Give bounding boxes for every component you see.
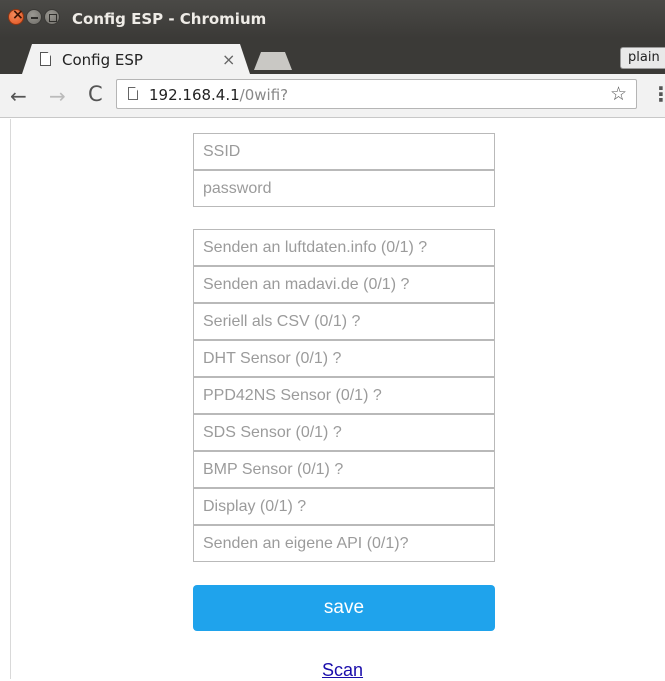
window-title: Config ESP - Chromium bbox=[72, 10, 267, 28]
forward-arrow-icon: → bbox=[49, 84, 66, 108]
bmp-input[interactable] bbox=[194, 452, 494, 487]
url-text[interactable]: 192.168.4.1/0wifi? bbox=[149, 86, 288, 104]
option-field-display[interactable] bbox=[193, 488, 495, 525]
ppd42ns-input[interactable] bbox=[194, 378, 494, 413]
tab-strip: Config ESP × plain bbox=[0, 38, 665, 74]
url-path: /0wifi? bbox=[239, 86, 289, 104]
ssid-input[interactable] bbox=[194, 134, 494, 169]
ssid-field[interactable] bbox=[193, 133, 495, 170]
address-bar[interactable]: 192.168.4.1/0wifi? ☆ bbox=[116, 79, 637, 109]
page-content: save Scan bbox=[0, 119, 665, 681]
option-field-bmp[interactable] bbox=[193, 451, 495, 488]
sds-input[interactable] bbox=[194, 415, 494, 450]
page-icon bbox=[40, 52, 51, 66]
back-arrow-icon[interactable]: ← bbox=[10, 84, 27, 108]
reload-icon[interactable]: C bbox=[88, 82, 103, 106]
password-input[interactable] bbox=[194, 171, 494, 206]
password-field[interactable] bbox=[193, 170, 495, 207]
option-field-ppd42ns[interactable] bbox=[193, 377, 495, 414]
page-border bbox=[10, 119, 11, 679]
option-field-madavi[interactable] bbox=[193, 266, 495, 303]
madavi-input[interactable] bbox=[194, 267, 494, 302]
luftdaten-input[interactable] bbox=[194, 230, 494, 265]
browser-window: Config ESP - Chromium Config ESP × plain… bbox=[0, 0, 665, 681]
scan-link[interactable]: Scan bbox=[322, 660, 363, 681]
maximize-icon[interactable] bbox=[44, 9, 60, 25]
url-host: 192.168.4.1 bbox=[149, 86, 240, 104]
close-window-icon[interactable] bbox=[8, 7, 24, 25]
menu-icon[interactable]: ⋮ bbox=[651, 82, 665, 106]
title-bar: Config ESP - Chromium bbox=[0, 0, 665, 38]
option-field-custom-api[interactable] bbox=[193, 525, 495, 562]
display-input[interactable] bbox=[194, 489, 494, 524]
browser-toolbar: ← → C 192.168.4.1/0wifi? ☆ ⋮ bbox=[0, 74, 665, 118]
new-tab-button[interactable] bbox=[254, 52, 292, 70]
option-field-sds[interactable] bbox=[193, 414, 495, 451]
minimize-icon[interactable] bbox=[26, 9, 42, 25]
option-field-dht[interactable] bbox=[193, 340, 495, 377]
save-button[interactable]: save bbox=[193, 585, 495, 631]
custom-api-input[interactable] bbox=[194, 526, 494, 561]
option-field-csv[interactable] bbox=[193, 303, 495, 340]
bookmark-star-icon[interactable]: ☆ bbox=[610, 83, 627, 105]
tab-label: Config ESP bbox=[62, 51, 143, 69]
profile-button[interactable]: plain bbox=[620, 47, 665, 69]
csv-input[interactable] bbox=[194, 304, 494, 339]
page-info-icon[interactable] bbox=[128, 87, 138, 100]
option-field-luftdaten[interactable] bbox=[193, 229, 495, 266]
tab-close-icon[interactable]: × bbox=[222, 50, 235, 69]
dht-input[interactable] bbox=[194, 341, 494, 376]
